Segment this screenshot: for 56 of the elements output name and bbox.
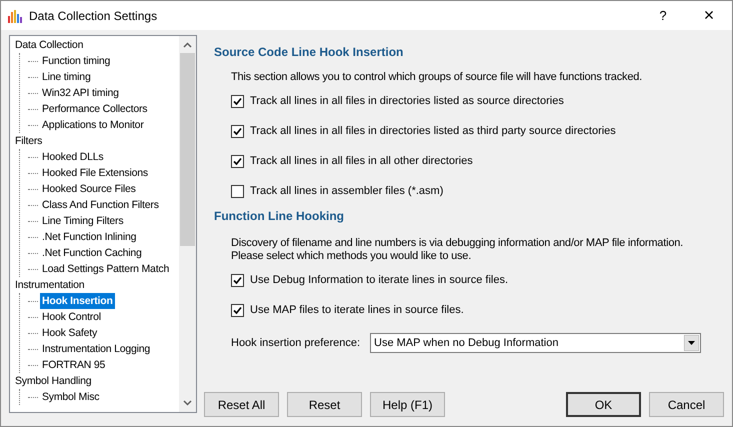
tree-item[interactable]: Symbol Handling: [13, 373, 94, 389]
section-heading: Function Line Hooking: [214, 208, 345, 224]
checkbox-label: Track all lines in all files in directories listed as source directories: [250, 94, 564, 109]
dialog-button[interactable]: Reset: [287, 392, 362, 417]
checkbox-label: Track all lines in all files in directories listed as third party source directories: [250, 124, 616, 139]
checkbox-label: Track all lines in assembler files (*.asm): [250, 184, 444, 199]
tree-item[interactable]: Function timing: [40, 53, 112, 69]
checkbox[interactable]: [231, 94, 244, 108]
tree-item[interactable]: Hooked Source Files: [40, 181, 138, 197]
checkbox[interactable]: [231, 274, 244, 286]
dropdown-arrow-icon[interactable]: [684, 335, 699, 351]
tree-item[interactable]: Load Settings Pattern Match: [40, 261, 172, 277]
checkbox[interactable]: [231, 154, 244, 168]
checkbox[interactable]: [231, 184, 244, 198]
description-text: Discovery of filename and line numbers is via debugging information and/or MAP file information.: [231, 237, 684, 250]
tree-item[interactable]: Hooked File Extensions: [40, 165, 150, 181]
tree-item[interactable]: .Net Function Caching: [40, 245, 144, 261]
section-heading: Source Code Line Hook Insertion: [214, 44, 404, 60]
tree-item[interactable]: Performance Collectors: [40, 101, 150, 117]
tree-item[interactable]: Applications to Monitor: [40, 117, 146, 133]
tree-item[interactable]: Hooked DLLs: [40, 149, 106, 165]
window-title: Data Collection Settings: [29, 8, 158, 24]
tree-item[interactable]: .Net Function Inlining: [40, 229, 138, 245]
tree-item[interactable]: Filters: [13, 133, 44, 149]
tree-item[interactable]: Class And Function Filters: [40, 197, 161, 213]
dialog-button[interactable]: OK: [566, 392, 641, 417]
tree-item[interactable]: FORTRAN 95: [40, 357, 108, 373]
scroll-thumb[interactable]: [180, 53, 195, 246]
help-button[interactable]: ?: [640, 1, 686, 30]
tree-item[interactable]: Data Collection: [13, 37, 86, 53]
checkbox[interactable]: [231, 124, 244, 138]
close-button[interactable]: ×: [686, 1, 732, 30]
description-text: This section allows you to control which groups of source file will have functions tracked.: [231, 71, 644, 84]
checkbox-label: Use MAP files to iterate lines in source files.: [250, 302, 464, 318]
tree-item[interactable]: Win32 API timing: [40, 85, 121, 101]
dialog-button[interactable]: Help (F1): [370, 392, 445, 417]
tree-item[interactable]: Symbol Misc: [40, 389, 102, 405]
checkbox-label: Use Debug Information to iterate lines in source files.: [250, 272, 508, 288]
tree-item[interactable]: Instrumentation: [13, 277, 86, 293]
tree-item[interactable]: Line timing: [40, 69, 93, 85]
dropdown-label: Hook insertion preference:: [231, 336, 362, 351]
checkbox-label: Track all lines in all files in all other directories: [250, 154, 473, 169]
preference-dropdown[interactable]: Use MAP when no Debug Information: [370, 333, 701, 353]
tree-item[interactable]: Hook Insertion: [40, 293, 115, 309]
bar-chart-icon: [7, 8, 23, 24]
description-text: Please select which methods you would like to use.: [231, 250, 472, 263]
tree-item[interactable]: Hook Control: [40, 309, 103, 325]
dialog-button[interactable]: Cancel: [649, 392, 724, 417]
scrollbar[interactable]: [179, 36, 196, 412]
tree-item[interactable]: Line Timing Filters: [40, 213, 126, 229]
checkbox[interactable]: [231, 304, 244, 316]
scroll-up-icon[interactable]: [183, 42, 192, 48]
scroll-down-icon[interactable]: [183, 400, 192, 406]
tree-item[interactable]: Hook Safety: [40, 325, 99, 341]
dialog-button[interactable]: Reset All: [204, 392, 279, 417]
tree-item[interactable]: Instrumentation Logging: [40, 341, 152, 357]
